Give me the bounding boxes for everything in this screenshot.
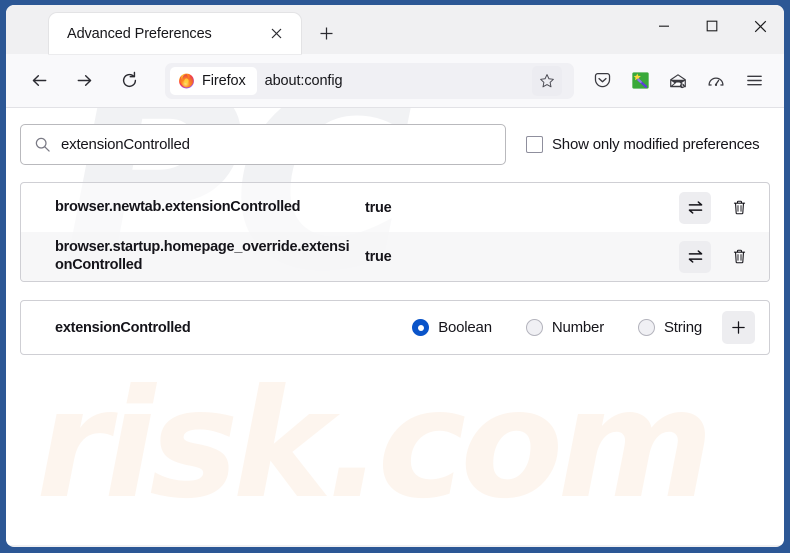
type-options: Boolean Number String (412, 319, 702, 336)
radio-option-string[interactable]: String (638, 319, 702, 336)
back-button[interactable] (22, 64, 56, 98)
firefox-brand-chip: Firefox (170, 66, 257, 95)
toolbar-icons (584, 64, 772, 98)
show-modified-checkbox[interactable] (526, 136, 543, 153)
search-row: extensionControlled Show only modified p… (20, 124, 770, 165)
radio-string[interactable] (638, 319, 655, 336)
add-preference-row: extensionControlled Boolean Number Strin… (21, 301, 769, 354)
url-text: about:config (264, 72, 343, 89)
maximize-icon (706, 20, 718, 32)
close-icon (754, 20, 766, 32)
window-controls (640, 5, 784, 47)
show-modified-checkbox-row[interactable]: Show only modified preferences (526, 136, 760, 153)
about-config-page: PC risk.com extensionControlled (6, 108, 784, 545)
forward-button[interactable] (67, 64, 101, 98)
firefox-logo-icon (179, 73, 194, 89)
pref-value: true (365, 199, 392, 216)
table-row[interactable]: browser.startup.homepage_override.extens… (21, 232, 769, 281)
mail-icon[interactable] (660, 64, 696, 98)
radio-label-string: String (664, 319, 702, 336)
add-preference-box: extensionControlled Boolean Number Strin… (20, 300, 770, 355)
show-modified-label: Show only modified preferences (552, 136, 760, 153)
bookmark-star-icon[interactable] (532, 65, 562, 96)
row-actions (679, 240, 755, 273)
tab-title: Advanced Preferences (67, 25, 212, 42)
close-icon[interactable] (263, 21, 289, 47)
reload-button[interactable] (112, 64, 146, 98)
browser-window: Advanced Preferences Firefox about:confi… (6, 5, 784, 547)
new-pref-name: extensionControlled (55, 319, 191, 336)
radio-label-boolean: Boolean (438, 319, 492, 336)
pref-value: true (365, 248, 392, 265)
radio-boolean[interactable] (412, 319, 430, 336)
search-input-value: extensionControlled (61, 136, 190, 153)
close-window-button[interactable] (736, 5, 784, 47)
brand-label: Firefox (202, 72, 246, 89)
pocket-icon[interactable] (584, 64, 620, 98)
pref-name: browser.startup.homepage_override.extens… (55, 238, 350, 273)
row-actions (679, 191, 755, 224)
radio-label-number: Number (551, 319, 604, 336)
radio-number[interactable] (525, 319, 543, 336)
maximize-button[interactable] (688, 5, 736, 47)
watermark-bottom-text: risk.com (36, 358, 714, 532)
minimize-icon (659, 25, 669, 27)
navigation-toolbar: Firefox about:config (6, 54, 784, 108)
table-row[interactable]: browser.newtab.extensionControlled true (21, 183, 769, 232)
extension-magic-wand-icon[interactable] (622, 64, 658, 98)
plus-icon (320, 27, 332, 39)
toggle-icon[interactable] (679, 240, 711, 273)
search-input[interactable]: extensionControlled (20, 124, 506, 165)
toggle-icon[interactable] (679, 191, 711, 224)
hamburger-menu-icon[interactable] (736, 64, 772, 98)
arrow-left-icon (32, 75, 46, 86)
new-tab-button[interactable] (311, 18, 341, 48)
radio-option-boolean[interactable]: Boolean (412, 319, 492, 336)
tab-strip: Advanced Preferences (6, 5, 784, 54)
search-icon (35, 137, 50, 152)
add-preference-button[interactable] (722, 311, 755, 344)
radio-option-number[interactable]: Number (525, 319, 604, 336)
reload-icon (122, 71, 136, 88)
gauge-icon[interactable] (698, 64, 734, 98)
trash-icon[interactable] (723, 241, 755, 273)
arrow-right-icon (77, 75, 91, 86)
pref-name: browser.newtab.extensionControlled (55, 198, 301, 215)
plus-icon (732, 321, 745, 334)
tab-advanced-preferences[interactable]: Advanced Preferences (49, 13, 301, 54)
address-bar[interactable]: Firefox about:config (165, 62, 574, 99)
trash-icon[interactable] (723, 192, 755, 224)
window-frame: Advanced Preferences Firefox about:confi… (0, 0, 790, 553)
minimize-button[interactable] (640, 5, 688, 47)
preference-list: browser.newtab.extensionControlled true (20, 182, 770, 282)
